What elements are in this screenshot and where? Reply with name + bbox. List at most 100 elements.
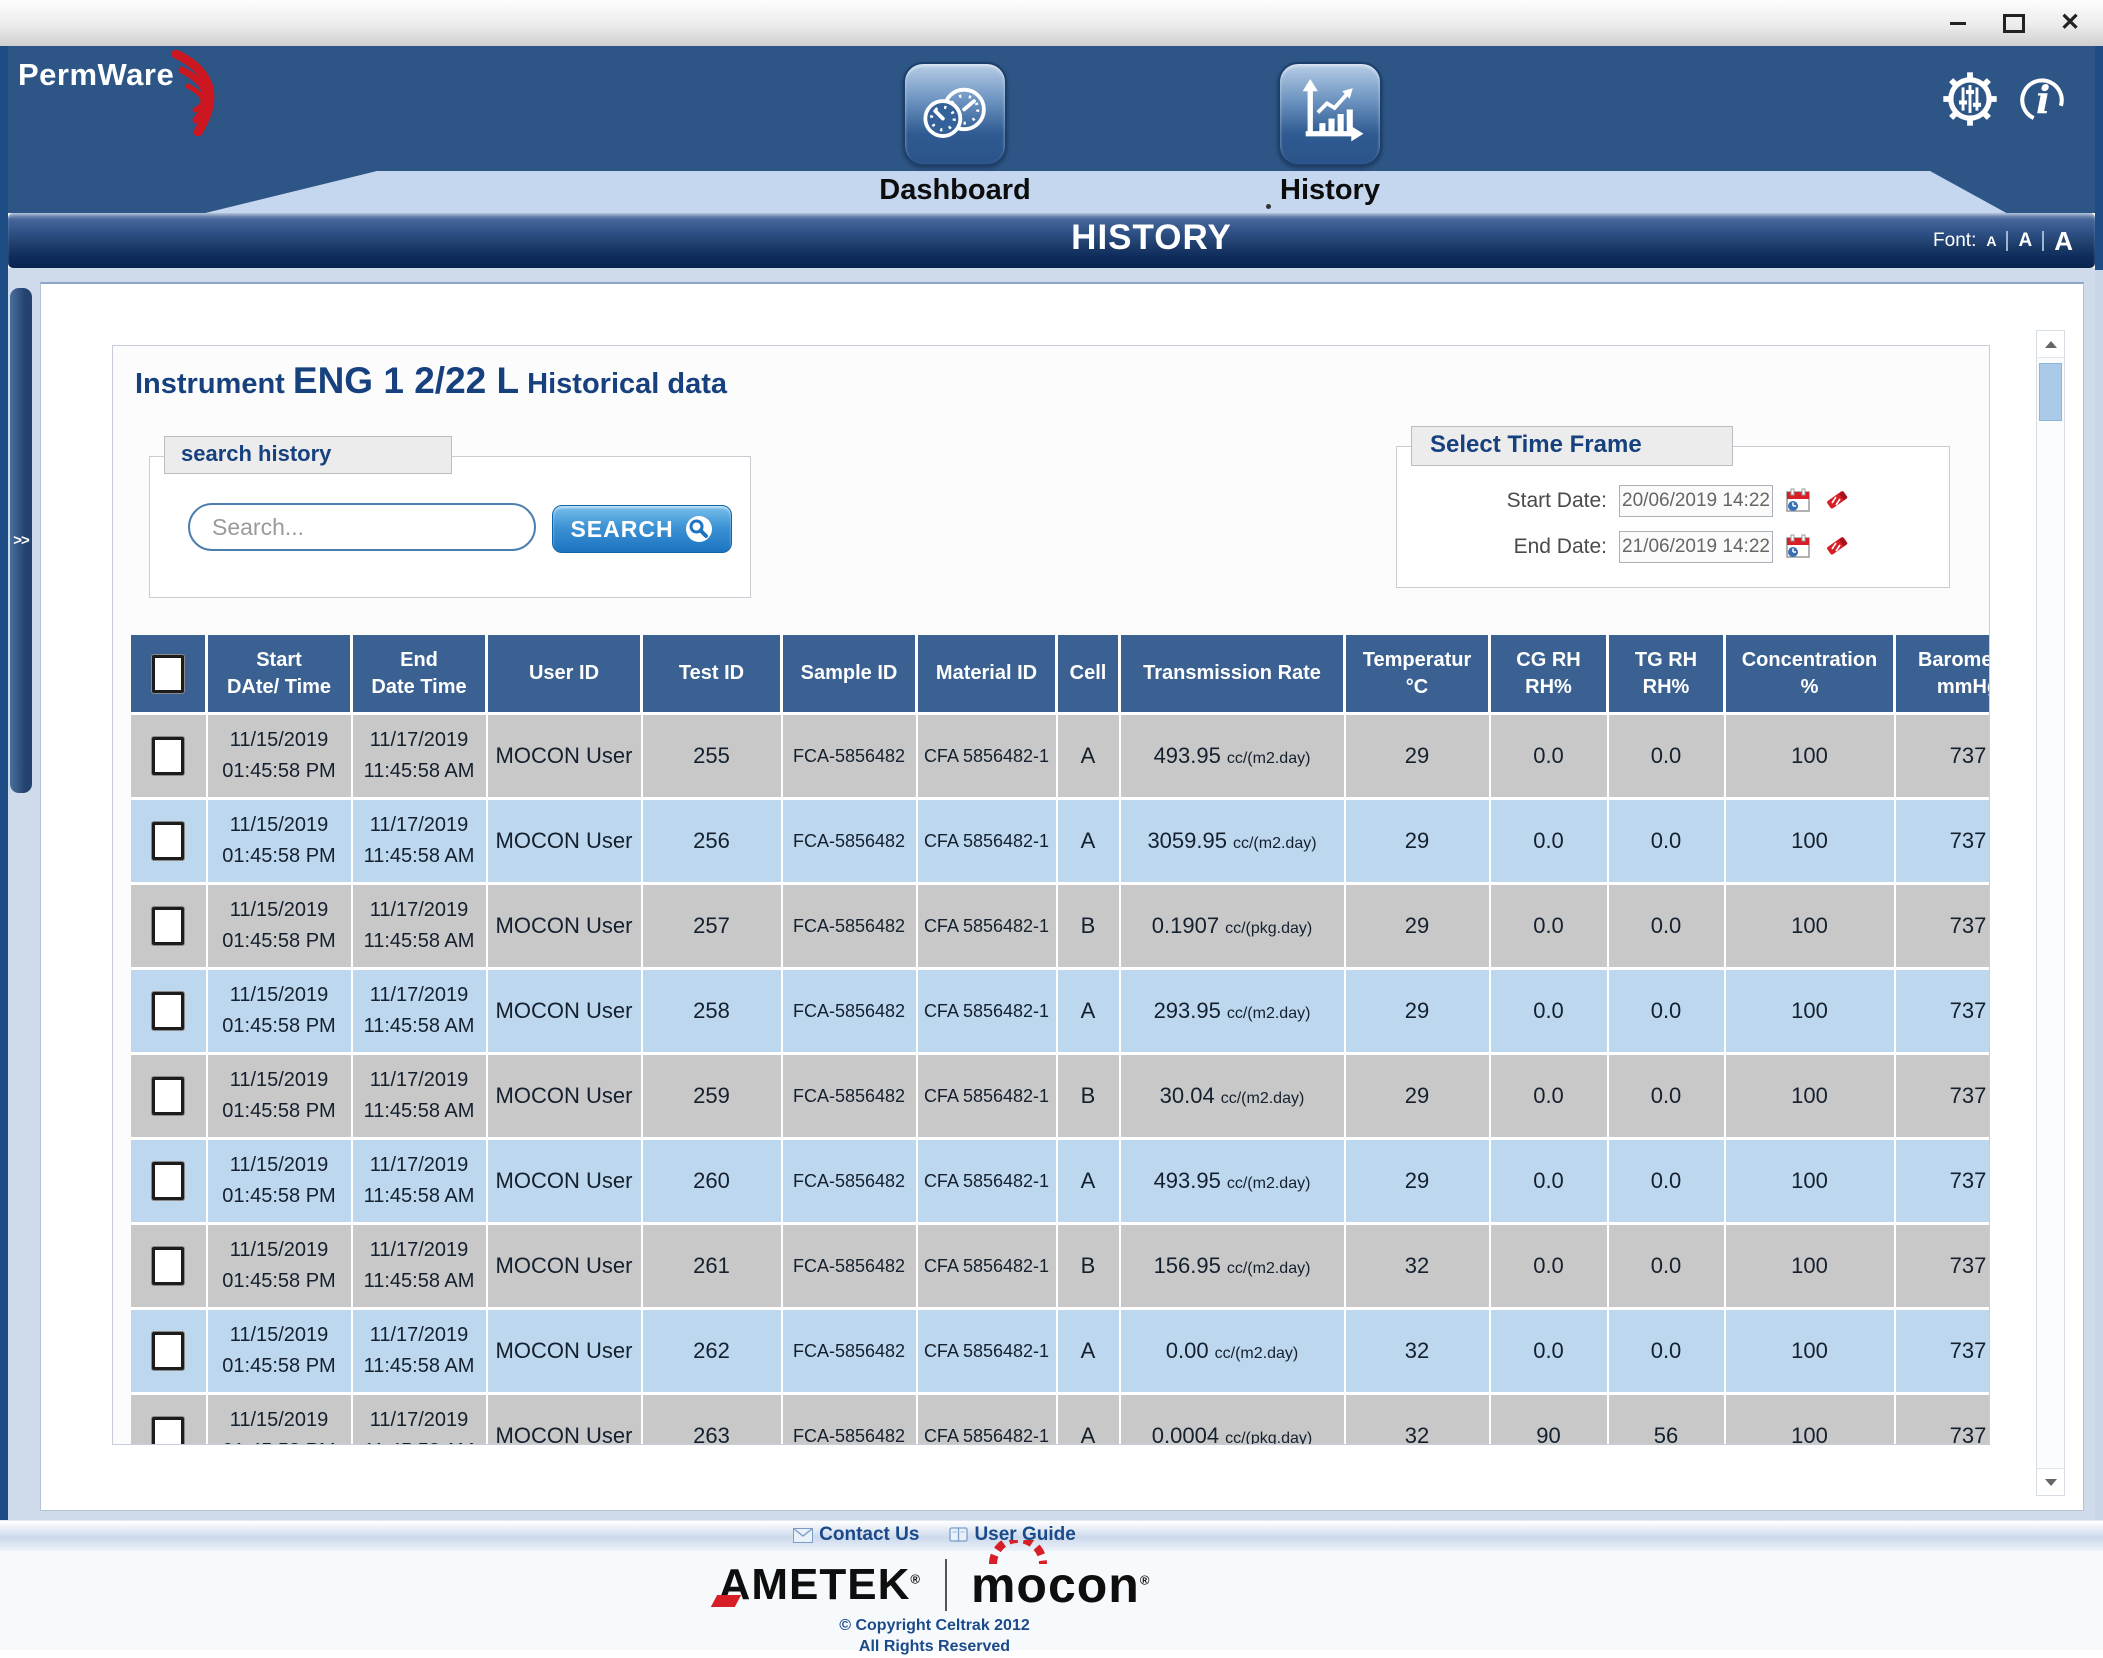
cell-checkbox [131,884,207,969]
scroll-up-button[interactable] [2037,331,2064,358]
cell-material-id: CFA 5856482-1 [917,1224,1057,1309]
cell-checkbox [131,799,207,884]
cell-cg-rh: 0.0 [1490,1224,1608,1309]
table-row: 11/15/201901:45:58 PM11/17/201911:45:58 … [131,1139,1990,1224]
cell-concentration: 100 [1725,1394,1895,1446]
cell-concentration: 100 [1725,969,1895,1054]
cell-cell: A [1057,969,1120,1054]
cell-tg-rh: 0.0 [1608,884,1725,969]
close-button[interactable]: ✕ [2055,8,2085,38]
minimize-icon [1950,22,1966,25]
end-date-input[interactable]: 21/06/2019 14:22 [1619,531,1773,563]
cell-user-id: MOCON User [487,1224,642,1309]
cell-start-datetime: 11/15/201901:45:58 PM [207,1139,352,1224]
cell-transmission-rate: 0.00cc/(m2.day) [1120,1309,1345,1394]
cell-user-id: MOCON User [487,884,642,969]
app-window: ✕ PermWare Dashboard [0,0,2103,1650]
row-checkbox[interactable] [152,737,184,775]
end-date-clear-icon[interactable] [1823,533,1849,559]
nav-history[interactable]: History [1230,62,1430,207]
heading-prefix: Instrument [135,368,293,400]
cell-cg-rh: 0.0 [1490,1309,1608,1394]
cell-start-datetime: 11/15/201901:45:58 PM [207,884,352,969]
info-icon: i [2013,70,2071,128]
column-header: EndDate Time [352,635,487,714]
column-header: Material ID [917,635,1057,714]
column-header: TG RHRH% [1608,635,1725,714]
search-input[interactable] [188,503,536,551]
info-button[interactable]: i [2013,70,2071,128]
cell-barometer: 737 [1895,1394,1991,1446]
contact-us-label: Contact Us [819,1524,919,1546]
footer: Contact Us User Guide AMETEK® [0,1520,2103,1650]
cell-transmission-rate: 0.0004cc/(pkg.day) [1120,1394,1345,1446]
cell-checkbox [131,714,207,799]
start-date-clear-icon[interactable] [1823,487,1849,513]
cell-sample-id: FCA-5856482 [782,1224,917,1309]
search-button[interactable]: SEARCH [552,505,732,553]
cell-material-id: CFA 5856482-1 [917,714,1057,799]
select-all-checkbox[interactable] [152,655,184,693]
select-all-header [131,635,207,714]
cell-cg-rh: 0.0 [1490,969,1608,1054]
scrollbar-thumb[interactable] [2039,363,2062,421]
window-frame-left [0,46,8,1520]
cell-end-datetime: 11/17/201911:45:58 AM [352,1309,487,1394]
vertical-scrollbar[interactable] [2036,330,2065,1496]
cell-temperature: 29 [1345,714,1490,799]
row-checkbox[interactable] [152,1162,184,1200]
cell-temperature: 32 [1345,1309,1490,1394]
row-checkbox[interactable] [152,1247,184,1285]
minimize-button[interactable] [1943,8,1973,38]
cell-test-id: 257 [642,884,782,969]
divider [2006,231,2008,251]
start-date-input[interactable]: 20/06/2019 14:22 [1619,485,1773,517]
start-date-calendar-icon[interactable] [1785,487,1811,513]
cell-transmission-rate: 156.95cc/(m2.day) [1120,1224,1345,1309]
row-checkbox[interactable] [152,1417,184,1445]
cell-user-id: MOCON User [487,1309,642,1394]
window-frame-right [2095,46,2103,270]
maximize-icon [2003,14,2025,33]
cell-barometer: 737 [1895,1309,1991,1394]
sidebar-collapse-handle[interactable]: >> [10,288,32,793]
font-large-button[interactable]: A [2054,228,2073,254]
contact-us-link[interactable]: Contact Us [793,1524,919,1546]
row-checkbox[interactable] [152,1077,184,1115]
settings-button[interactable] [1941,70,1999,128]
cell-concentration: 100 [1725,799,1895,884]
cell-sample-id: FCA-5856482 [782,714,917,799]
cell-transmission-rate: 3059.95cc/(m2.day) [1120,799,1345,884]
history-content-box: Instrument ENG 1 2/22 L Historical data … [112,345,1990,1445]
font-medium-button[interactable]: A [2018,231,2032,250]
table-row: 11/15/201901:45:58 PM11/17/201911:45:58 … [131,1054,1990,1139]
cell-test-id: 255 [642,714,782,799]
logo-divider [945,1559,947,1611]
search-history-legend: search history [164,436,452,474]
cell-test-id: 258 [642,969,782,1054]
row-checkbox[interactable] [152,1332,184,1370]
history-table: StartDAte/ TimeEndDate TimeUser IDTest I… [131,635,1990,1445]
copyright: © Copyright Celtrak 2012 All Rights Rese… [0,1616,1986,1658]
scroll-down-button[interactable] [2037,1468,2064,1495]
cell-barometer: 737 [1895,884,1991,969]
time-frame-group: Select Time Frame Start Date: 20/06/2019… [1396,446,1950,588]
maximize-button[interactable] [1999,8,2029,38]
nav-history-label: History [1230,174,1430,207]
cell-cell: B [1057,884,1120,969]
nav-dashboard[interactable]: Dashboard [855,62,1055,207]
cell-checkbox [131,969,207,1054]
row-checkbox[interactable] [152,907,184,945]
cell-test-id: 259 [642,1054,782,1139]
cell-temperature: 29 [1345,1054,1490,1139]
cell-sample-id: FCA-5856482 [782,884,917,969]
cell-cell: B [1057,1054,1120,1139]
cell-user-id: MOCON User [487,1139,642,1224]
font-small-button[interactable]: A [1986,234,1996,248]
cell-material-id: CFA 5856482-1 [917,799,1057,884]
registered-mark: ® [910,1571,921,1586]
row-checkbox[interactable] [152,992,184,1030]
end-date-calendar-icon[interactable] [1785,533,1811,559]
cell-start-datetime: 11/15/201901:45:58 PM [207,1309,352,1394]
row-checkbox[interactable] [152,822,184,860]
